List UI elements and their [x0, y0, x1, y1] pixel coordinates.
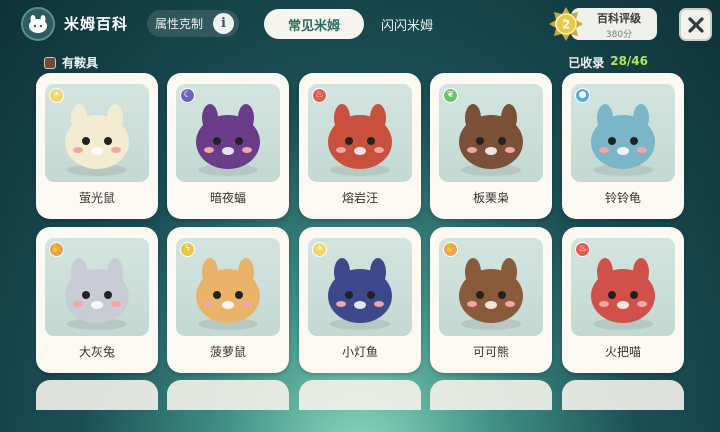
- creature-portrait: ☀: [45, 84, 149, 182]
- close-button[interactable]: [679, 8, 712, 41]
- creature-name: 铃铃龟: [604, 191, 641, 205]
- collection-count: 28/46: [610, 54, 648, 68]
- creature-card[interactable]: ☾ 暗夜蝠: [167, 73, 289, 219]
- creature-portrait: ϟ: [176, 238, 280, 336]
- saddle-checkbox[interactable]: [44, 56, 56, 69]
- creature-card[interactable]: ● 铃铃龟: [562, 73, 684, 219]
- collection-label: 已收录: [568, 56, 605, 70]
- creature-portrait: ☾: [176, 84, 280, 182]
- page-title: 米姆百科: [64, 15, 129, 33]
- creature-portrait: ●: [571, 84, 675, 182]
- collection-status: 已收录 28/46: [568, 54, 648, 71]
- normal-element-icon: ✋: [443, 242, 458, 257]
- creature-card[interactable]: ☀ 萤光鼠: [36, 73, 158, 219]
- rank-level: 2: [562, 18, 570, 32]
- card-partial[interactable]: [36, 380, 158, 410]
- saddle-filter-label: 有鞍具: [62, 56, 99, 70]
- attribute-chart-label: 属性克制: [155, 17, 204, 31]
- water-element-icon: ●: [575, 88, 590, 103]
- electric-element-icon: ϟ: [180, 242, 195, 257]
- info-icon[interactable]: i: [213, 13, 234, 34]
- fire-element-icon: ♨: [575, 242, 590, 257]
- card-partial[interactable]: [562, 380, 684, 410]
- creature-card[interactable]: ✋ 可可熊: [430, 227, 552, 373]
- creature-name: 大灰兔: [78, 345, 115, 359]
- creature-card[interactable]: ϟ 菠萝鼠: [167, 227, 289, 373]
- creature-card[interactable]: ♨ 熔岩汪: [299, 73, 421, 219]
- creature-name: 萤光鼠: [78, 191, 115, 205]
- fire-element-icon: ♨: [312, 88, 327, 103]
- creature-portrait: ♨: [308, 84, 412, 182]
- creature-portrait: ❦: [439, 84, 543, 182]
- creature-portrait: ♨: [571, 238, 675, 336]
- creature-name: 火把喵: [604, 345, 641, 359]
- card-partial[interactable]: [299, 380, 421, 410]
- light-element-icon: ☀: [312, 242, 327, 257]
- creature-name: 菠萝鼠: [209, 345, 246, 359]
- attribute-chart-button[interactable]: 属性克制 i: [147, 10, 239, 37]
- normal-element-icon: ✋: [49, 242, 64, 257]
- close-icon: [687, 16, 704, 33]
- creature-name: 可可熊: [472, 345, 509, 359]
- creature-card[interactable]: ✋ 大灰兔: [36, 227, 158, 373]
- creature-card[interactable]: ☀ 小灯鱼: [299, 227, 421, 373]
- grass-element-icon: ❦: [443, 88, 458, 103]
- card-partial[interactable]: [167, 380, 289, 410]
- saddle-filter[interactable]: 有鞍具: [44, 54, 98, 71]
- creature-card[interactable]: ❦ 板栗枭: [430, 73, 552, 219]
- creature-portrait: ☀: [308, 238, 412, 336]
- tab-shiny[interactable]: 闪闪米姆: [372, 9, 442, 39]
- tab-common[interactable]: 常见米姆: [264, 9, 364, 39]
- rank-medal-icon: 2: [548, 6, 584, 42]
- dark-element-icon: ☾: [180, 88, 195, 103]
- creature-card[interactable]: ♨ 火把喵: [562, 227, 684, 373]
- card-partial[interactable]: [430, 380, 552, 410]
- creature-portrait: ✋: [439, 238, 543, 336]
- creature-name: 暗夜蝠: [209, 191, 246, 205]
- light-element-icon: ☀: [49, 88, 64, 103]
- creature-portrait: ✋: [45, 238, 149, 336]
- app-logo-icon: [21, 7, 55, 41]
- top-bar: 米姆百科 属性克制 i 常见米姆 闪闪米姆 百科评级 380分 2: [0, 0, 720, 50]
- creature-name: 熔岩汪: [341, 191, 378, 205]
- creature-name: 小灯鱼: [341, 345, 378, 359]
- creature-name: 板栗枭: [472, 191, 509, 205]
